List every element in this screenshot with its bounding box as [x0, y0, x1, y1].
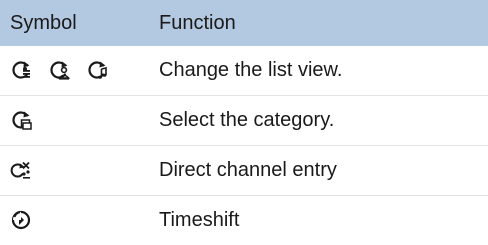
- symbol-cell: [10, 208, 48, 232]
- table-header: Symbol Function: [0, 0, 488, 46]
- timeshift-icon: [11, 210, 31, 230]
- function-text: Direct channel entry: [159, 159, 337, 181]
- category-icon: [12, 111, 32, 130]
- list-view-icon: [12, 61, 30, 79]
- direct-channel-entry-icon: [10, 161, 30, 179]
- function-column-header: Function: [159, 12, 236, 34]
- symbol-function-table: Symbol Function Change the list view. Se…: [0, 0, 488, 245]
- function-text: Change the list view.: [159, 59, 343, 81]
- function-text: Select the category.: [159, 109, 335, 131]
- symbol-cell: [10, 108, 48, 132]
- list-view-music-icon: [88, 61, 107, 79]
- list-view-person-icon: [50, 61, 70, 80]
- symbol-column-header: Symbol: [10, 12, 77, 34]
- table-row: Change the list view.: [0, 46, 488, 96]
- table-row: Select the category.: [0, 96, 488, 146]
- table-row: Direct channel entry: [0, 146, 488, 196]
- function-text: Timeshift: [159, 209, 240, 231]
- symbol-cell: [10, 158, 48, 182]
- symbol-cell: [10, 58, 124, 82]
- table-row: Timeshift: [0, 196, 488, 245]
